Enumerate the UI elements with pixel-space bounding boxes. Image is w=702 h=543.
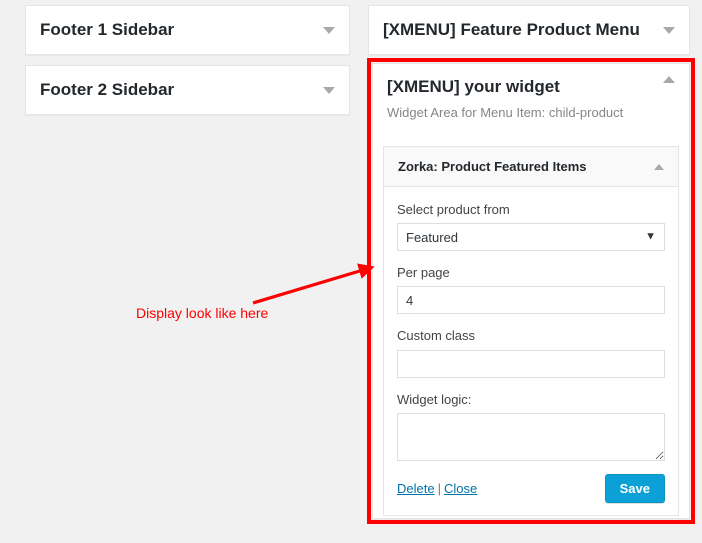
widget-footer: Delete | Close Save <box>397 473 665 503</box>
widget-product-featured-items: Zorka: Product Featured Items Select pro… <box>383 146 679 516</box>
field-widget-logic: Widget logic: <box>397 391 665 461</box>
widget-footer-links: Delete | Close <box>397 481 477 496</box>
widget-logic-label: Widget logic: <box>397 391 472 407</box>
widget-area-panel-footer-1[interactable]: Footer 1 Sidebar <box>25 5 350 55</box>
save-button[interactable]: Save <box>604 473 665 503</box>
widget-area-panel-feature-product-menu[interactable]: [XMENU] Feature Product Menu <box>368 5 690 55</box>
per-page-input[interactable] <box>397 286 665 315</box>
select-wrapper: Featured ▼ <box>397 223 665 252</box>
chevron-down-icon[interactable] <box>663 26 675 34</box>
panel-header[interactable]: [XMENU] your widget <box>373 64 689 102</box>
chevron-down-icon[interactable] <box>323 86 335 94</box>
separator: | <box>437 480 441 496</box>
chevron-up-icon[interactable] <box>663 76 675 83</box>
widget-logic-textarea[interactable] <box>397 412 665 461</box>
widget-body: Select product from Featured ▼ Per page … <box>384 187 678 515</box>
widget-header[interactable]: Zorka: Product Featured Items <box>384 147 678 187</box>
per-page-label: Per page <box>397 265 450 281</box>
close-link[interactable]: Close <box>444 481 477 496</box>
delete-link[interactable]: Delete <box>397 481 435 496</box>
widget-title: Zorka: Product Featured Items <box>398 159 587 174</box>
annotation-text: Display look like here <box>136 305 269 321</box>
panel-header[interactable]: Footer 2 Sidebar <box>26 66 349 114</box>
chevron-up-icon[interactable] <box>654 163 664 170</box>
widget-area-panel-your-widget[interactable]: [XMENU] your widget Widget Area for Menu… <box>372 63 690 519</box>
panel-header[interactable]: Footer 1 Sidebar <box>26 6 349 54</box>
chevron-down-icon[interactable] <box>323 26 335 34</box>
field-custom-class: Custom class <box>397 327 665 378</box>
panel-header[interactable]: [XMENU] Feature Product Menu <box>369 6 689 54</box>
select-product-from-dropdown[interactable]: Featured <box>397 223 665 252</box>
select-product-from-label: Select product from <box>397 202 510 217</box>
field-per-page: Per page <box>397 264 665 315</box>
panel-title: [XMENU] Feature Product Menu <box>383 20 640 40</box>
panel-title: Footer 1 Sidebar <box>40 20 175 40</box>
widget-area-panel-footer-2[interactable]: Footer 2 Sidebar <box>25 65 350 115</box>
field-select-product-from: Select product from Featured ▼ <box>397 201 665 252</box>
panel-title: Footer 2 Sidebar <box>40 80 175 100</box>
panel-title: [XMENU] your widget <box>387 77 560 96</box>
custom-class-label: Custom class <box>397 328 476 344</box>
custom-class-input[interactable] <box>397 349 665 378</box>
panel-subtitle: Widget Area for Menu Item: child-product <box>387 105 624 120</box>
